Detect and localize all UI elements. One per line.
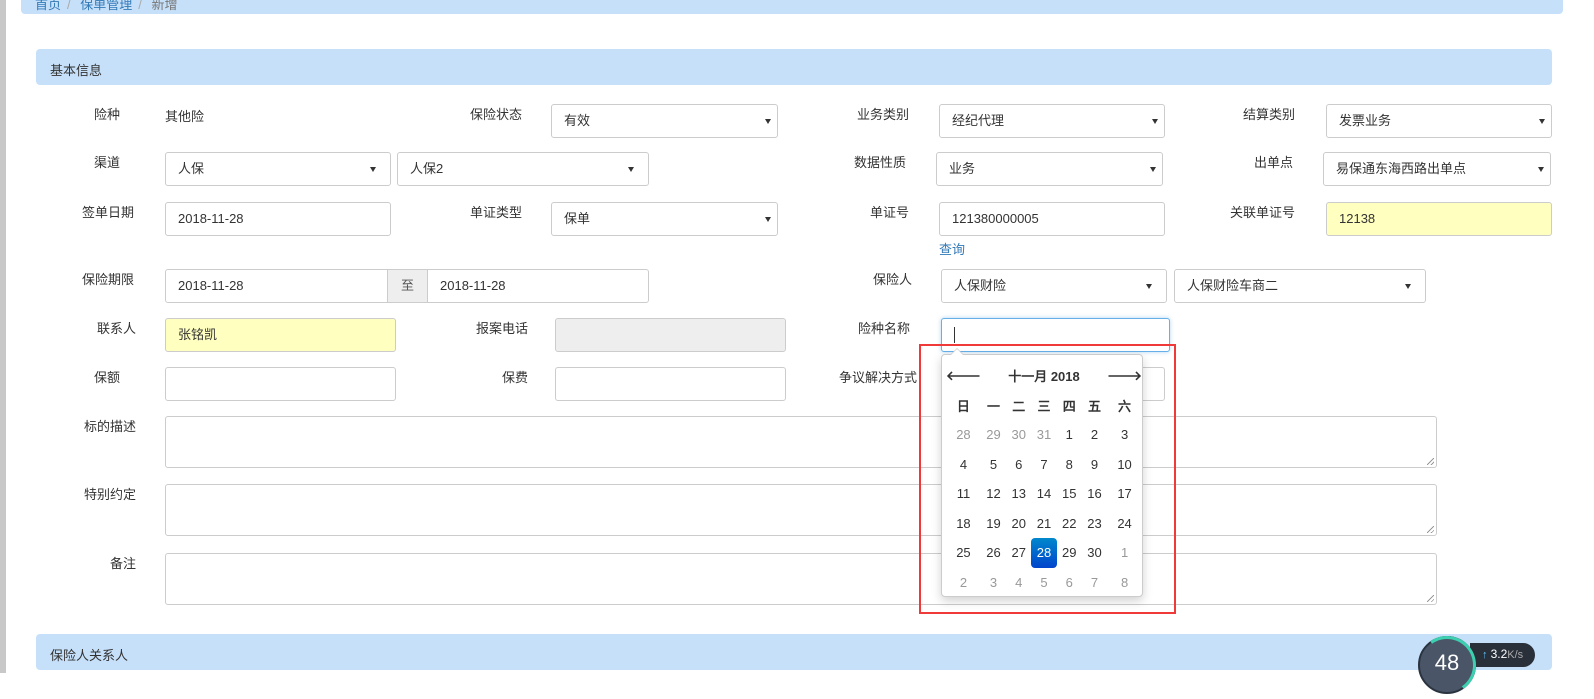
label-rel-doc-no: 关联单证号 — [1229, 205, 1295, 220]
period-from-input[interactable]: 2018-11-28 — [165, 269, 388, 303]
label-doc-no: 单证号 — [869, 205, 909, 220]
label-status: 保险状态 — [469, 107, 522, 122]
xianzhong-value: 其他险 — [165, 109, 205, 124]
breadcrumb-home[interactable]: 首页 — [35, 0, 61, 12]
label-special: 特别约定 — [83, 487, 136, 502]
label-report-phone: 报案电话 — [475, 321, 528, 336]
amount-input[interactable] — [165, 367, 396, 401]
period-separator: 至 — [387, 269, 428, 303]
status-select[interactable]: 有效 — [551, 104, 778, 138]
rel-doc-no-input[interactable]: 12138 — [1326, 202, 1552, 236]
label-contact: 联系人 — [96, 321, 136, 336]
contact-input[interactable]: 张铭凯 — [165, 318, 396, 352]
channel-select[interactable]: 人保 — [165, 152, 391, 186]
issue-point-select[interactable]: 易保通东海西路出单点 — [1323, 152, 1551, 186]
label-channel: 渠道 — [93, 155, 120, 170]
doc-no-input[interactable]: 121380000005 — [939, 202, 1165, 236]
insurer-branch-select[interactable]: 人保财险车商二 — [1174, 269, 1426, 303]
label-dispute: 争议解决方式 — [838, 370, 917, 385]
report-phone-input[interactable] — [555, 318, 786, 352]
label-remark: 备注 — [109, 556, 136, 571]
channel-sub-select[interactable]: 人保2 — [397, 152, 649, 186]
text-cursor — [954, 327, 955, 343]
special-textarea[interactable] — [165, 484, 1437, 536]
label-period: 保险期限 — [81, 272, 134, 287]
label-amount: 保额 — [93, 370, 120, 385]
remark-textarea[interactable] — [165, 553, 1437, 605]
insurer-select[interactable]: 人保财险 — [941, 269, 1167, 303]
label-data-nature: 数据性质 — [853, 155, 906, 170]
premium-input[interactable] — [555, 367, 786, 401]
period-to-input[interactable]: 2018-11-28 — [427, 269, 649, 303]
label-doc-type: 单证类型 — [469, 205, 522, 220]
breadcrumb-current: 新增 — [151, 0, 178, 12]
section-header-basic: 基本信息 — [36, 49, 1552, 85]
label-product-name: 险种名称 — [857, 321, 910, 336]
doc-type-select[interactable]: 保单 — [551, 202, 778, 236]
breadcrumb: 首页 / 保单管理 / 新增 — [21, 0, 1563, 14]
label-sign-date: 签单日期 — [81, 205, 134, 220]
subject-textarea[interactable] — [165, 416, 1437, 468]
query-link[interactable]: 查询 — [939, 239, 965, 258]
label-premium: 保费 — [501, 370, 528, 385]
label-settle-type: 结算类别 — [1242, 107, 1295, 122]
label-subject: 标的描述 — [83, 419, 136, 434]
label-xianzhong: 险种 — [93, 107, 120, 122]
label-issue-point: 出单点 — [1253, 155, 1293, 170]
section-header-insurer-contacts: 保险人关系人 — [36, 634, 1552, 670]
data-nature-select[interactable]: 业务 — [936, 152, 1163, 186]
network-speed-widget: ↑ 3.2K/s — [1470, 643, 1535, 667]
sign-date-input[interactable]: 2018-11-28 — [165, 202, 391, 236]
settle-type-select[interactable]: 发票业务 — [1326, 104, 1552, 138]
label-biz-type: 业务类别 — [856, 107, 909, 122]
breadcrumb-policy[interactable]: 保单管理 — [80, 0, 132, 12]
label-insurer: 保险人 — [872, 272, 912, 287]
biz-type-select[interactable]: 经纪代理 — [939, 104, 1165, 138]
highlight-box — [919, 344, 1176, 614]
